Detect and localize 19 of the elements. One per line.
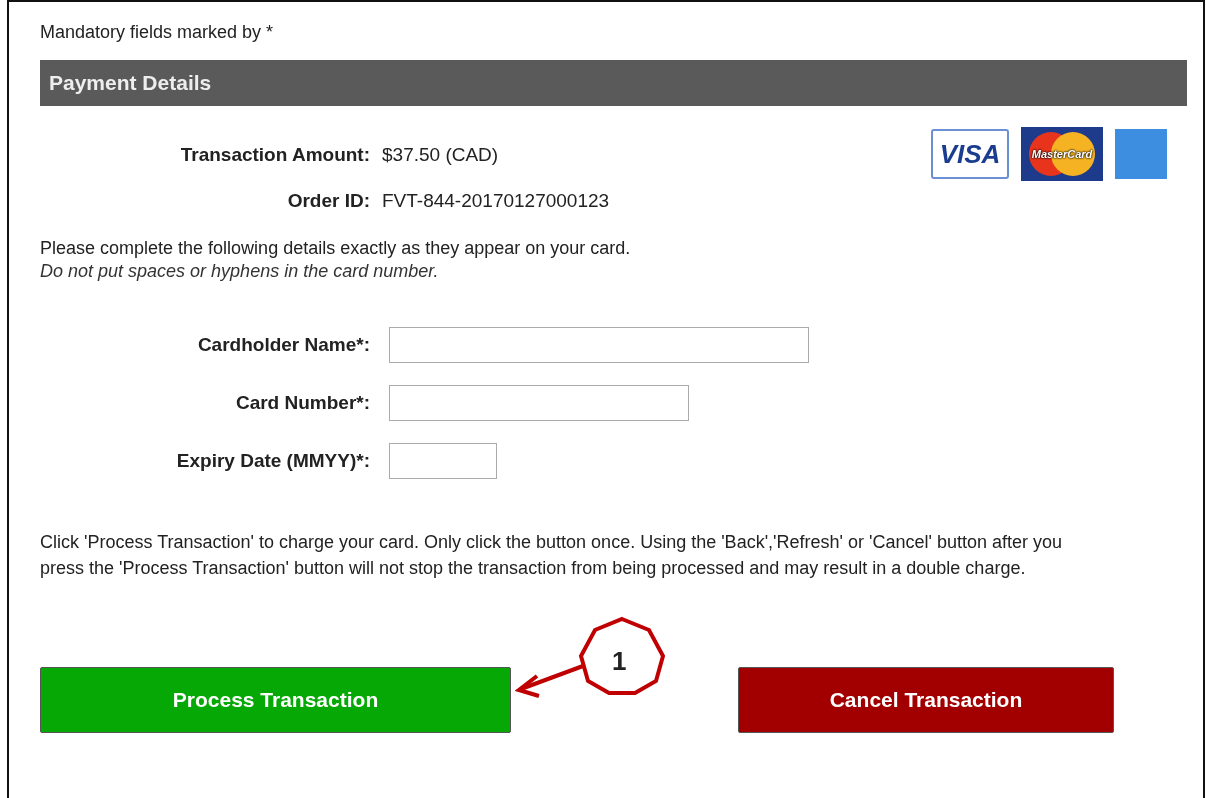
summary-value: $37.50 (CAD)	[382, 144, 500, 166]
callout-number: 1	[612, 646, 627, 677]
summary-value: FVT-844-20170127000123	[382, 190, 610, 212]
summary-label: Order ID:	[286, 190, 370, 212]
warning-text: Click 'Process Transaction' to charge your card. Only click the button once. Using the 'Back','Refresh' or 'Cancel' button after you press the 'Process Transaction' button will not stop the transaction from being processed and may result in a double charge.	[40, 531, 1063, 580]
mandatory-note: Mandatory fields marked by *	[40, 21, 275, 44]
instructions-note: Do not put spaces or hyphens in the card number.	[40, 260, 440, 282]
field-label: Card Number*:	[234, 392, 370, 414]
input-field[interactable]	[389, 385, 689, 421]
instructions-text: Please complete the following details exactly as they appear on your card.	[40, 237, 632, 260]
summary-label: Transaction Amount:	[179, 144, 370, 166]
input-field[interactable]	[389, 443, 497, 479]
section-header: Payment Details	[40, 60, 1187, 106]
visa-logo: VISA	[931, 129, 1009, 179]
cancel-button[interactable]: Cancel Transaction	[738, 667, 1114, 733]
field-label: Expiry Date (MMYY)*:	[175, 450, 370, 472]
field-label: Cardholder Name*:	[196, 334, 370, 356]
input-field[interactable]	[389, 327, 809, 363]
amex-logo	[1115, 129, 1167, 179]
